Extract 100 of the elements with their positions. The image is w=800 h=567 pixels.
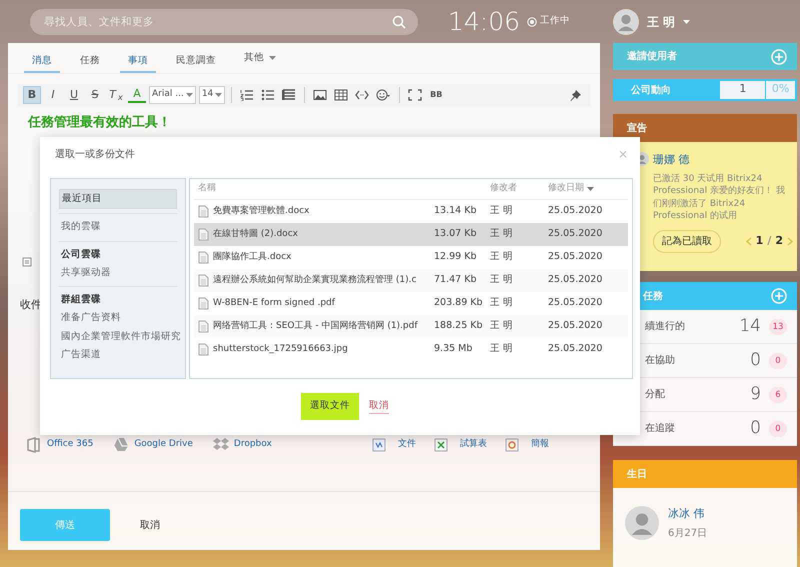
file-size: 13.07 Kb bbox=[434, 227, 478, 242]
task-label: 在協助 bbox=[645, 354, 676, 368]
bbcode-button[interactable]: BB bbox=[427, 86, 446, 104]
create-link[interactable]: 簡報 bbox=[530, 438, 549, 452]
cloud-link[interactable]: Office 365 bbox=[47, 438, 94, 452]
column-header[interactable]: 名稱 bbox=[198, 182, 216, 196]
cloud-link[interactable]: Google Drive bbox=[134, 438, 193, 452]
column-header[interactable]: 修改日期 bbox=[548, 182, 584, 196]
file-icon bbox=[198, 297, 209, 310]
file-row[interactable]: 在線甘特圖 (2).docx 13.07 Kb 王 明 25.05.2020 bbox=[194, 223, 628, 246]
announcement-header: 宣告 bbox=[613, 114, 797, 142]
file-size: 13.14 Kb bbox=[434, 204, 478, 218]
format-button[interactable]: I bbox=[44, 86, 62, 104]
file-name: 网络营销工具：SEO工具 - 中国网络营销网 (1).pdf bbox=[213, 320, 418, 333]
file-icon bbox=[198, 343, 209, 356]
file-modifier: 王 明 bbox=[490, 250, 514, 264]
editor-tab[interactable]: 事項 bbox=[120, 43, 156, 73]
caret-icon bbox=[186, 93, 193, 97]
file-modifier: 王 明 bbox=[490, 342, 514, 356]
file-modifier: 王 明 bbox=[490, 227, 514, 242]
avatar-silhouette-icon bbox=[625, 506, 659, 540]
nav-item[interactable]: 最近項目 bbox=[59, 189, 177, 210]
create-link[interactable]: 試算表 bbox=[460, 438, 487, 452]
file-size: 203.89 Kb bbox=[434, 296, 484, 310]
nav-item[interactable]: 准备广告资料 bbox=[59, 309, 177, 328]
page-total: 2 bbox=[775, 233, 783, 250]
attachment-icon bbox=[22, 256, 32, 266]
file-name: 免費專案管理軟體.docx bbox=[213, 204, 310, 218]
recipients-label: 收件 bbox=[20, 296, 43, 312]
task-badge: 13 bbox=[769, 318, 787, 334]
file-modifier: 王 明 bbox=[490, 204, 514, 218]
drive-triangle-icon bbox=[113, 437, 130, 453]
task-badge: 0 bbox=[769, 420, 787, 436]
file-row[interactable]: 网络营销工具：SEO工具 - 中国网络营销网 (1).pdf 188.25 Kb 王 明 25.05.2020 bbox=[194, 315, 628, 338]
font-select[interactable]: 14 bbox=[198, 86, 226, 104]
task-label: 續進行的 bbox=[645, 320, 686, 334]
editor-tab[interactable]: 任務 bbox=[72, 43, 108, 73]
avatar-silhouette-icon bbox=[613, 8, 639, 34]
mark-read-button[interactable]: 記為已讀取 bbox=[653, 230, 721, 253]
file-date: 25.05.2020 bbox=[548, 296, 602, 310]
file-row[interactable]: 免費專案管理軟體.docx 13.14 Kb 王 明 25.05.2020 bbox=[194, 200, 628, 223]
pulse-count: 1 bbox=[720, 81, 766, 99]
create-link[interactable]: 文件 bbox=[398, 438, 416, 452]
nav-item[interactable]: 共享驱动器 bbox=[59, 264, 177, 282]
task-row[interactable]: 在追蹤 0 0 bbox=[613, 412, 797, 446]
file-icon bbox=[198, 251, 209, 264]
page-separator: / bbox=[767, 233, 772, 250]
dialog-cancel-link[interactable]: 取消 bbox=[369, 398, 389, 414]
plus-circle-icon bbox=[771, 48, 787, 64]
format-button[interactable]: T$_{x}$ bbox=[107, 86, 125, 104]
document-icon bbox=[372, 438, 386, 452]
select-files-button[interactable]: 選取文件 bbox=[301, 393, 359, 420]
editor-tab[interactable]: 民意調查 bbox=[168, 43, 224, 73]
editor-tab[interactable]: 其他 bbox=[236, 43, 284, 73]
file-row[interactable]: 團隊協作工具.docx 12.99 Kb 王 明 25.05.2020 bbox=[194, 246, 628, 269]
caret-icon bbox=[215, 93, 222, 97]
font-select[interactable]: Arial ... bbox=[149, 86, 196, 104]
format-button[interactable]: U bbox=[65, 86, 83, 104]
cancel-button[interactable]: 取消 bbox=[134, 516, 166, 534]
format-button[interactable]: S bbox=[86, 86, 104, 104]
editor-heading: 任務管理最有效的工具！ bbox=[28, 114, 172, 132]
file-icon bbox=[198, 320, 209, 333]
task-label: 分配 bbox=[645, 388, 666, 402]
birthdays-header: 生日 bbox=[613, 460, 797, 488]
file-size: 71.47 Kb bbox=[434, 273, 478, 288]
font-color-button[interactable]: A bbox=[128, 87, 146, 103]
nav-item[interactable]: 我的雲碟 bbox=[59, 218, 177, 236]
task-count: 9 bbox=[749, 382, 761, 406]
author-name[interactable]: 珊娜 德 bbox=[653, 152, 793, 168]
user-name[interactable]: 王 明 bbox=[647, 12, 676, 30]
dialog-title: 選取一或多份文件 bbox=[55, 148, 135, 162]
nav-heading: 公司雲碟 bbox=[60, 248, 102, 262]
file-name: 團隊協作工具.docx bbox=[213, 250, 292, 264]
file-modifier: 王 明 bbox=[490, 273, 514, 288]
dropbox-icon bbox=[212, 437, 229, 453]
pulse-percent: 0% bbox=[766, 81, 795, 99]
work-status[interactable]: 工作中 bbox=[540, 14, 570, 29]
presentation-icon bbox=[504, 438, 519, 452]
person-name[interactable]: 冰冰 伟 bbox=[668, 506, 708, 522]
office-icon bbox=[26, 437, 42, 453]
spreadsheet-icon bbox=[434, 438, 448, 452]
file-date: 25.05.2020 bbox=[548, 250, 602, 264]
caret-icon bbox=[269, 56, 276, 60]
column-header[interactable]: 修改者 bbox=[490, 183, 517, 194]
file-size: 12.99 Kb bbox=[434, 250, 478, 264]
cloud-link[interactable]: Dropbox bbox=[234, 438, 272, 452]
sort-caret-icon bbox=[587, 187, 594, 191]
file-name: 遠程辦公系統如何幫助企業實現業務流程管理 (1).c bbox=[213, 274, 416, 287]
status-radio-icon bbox=[527, 16, 538, 26]
file-modifier: 王 明 bbox=[490, 319, 514, 334]
editor-tab[interactable]: 消息 bbox=[24, 43, 60, 73]
task-badge: 0 bbox=[769, 352, 787, 368]
file-modifier: 王 明 bbox=[490, 296, 514, 310]
caret-icon bbox=[683, 20, 690, 24]
search-icon bbox=[392, 14, 406, 28]
file-row[interactable]: 遠程辦公系統如何幫助企業實現業務流程管理 (1).c 71.47 Kb 王 明 25.05.2020 bbox=[194, 269, 628, 292]
format-button[interactable]: B bbox=[23, 86, 41, 104]
task-label: 在追蹤 bbox=[645, 422, 676, 436]
file-date: 25.05.2020 bbox=[548, 273, 602, 288]
nav-item[interactable]: 广告渠道 bbox=[59, 346, 177, 364]
